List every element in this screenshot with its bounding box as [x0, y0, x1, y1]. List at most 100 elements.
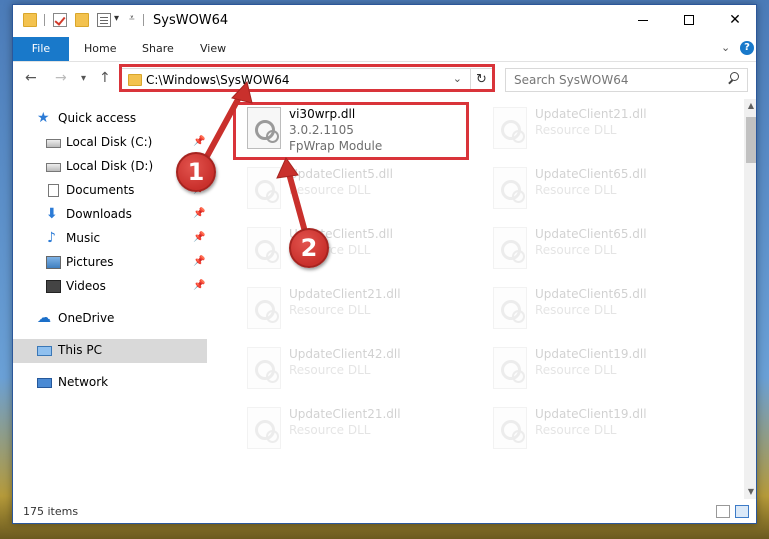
tab-view[interactable]: View: [186, 37, 240, 61]
forward-arrow-icon[interactable]: →: [55, 70, 67, 86]
dll-file-icon: [493, 347, 527, 389]
chevron-down-icon[interactable]: ⌄: [721, 41, 730, 54]
sidebar-item-label: Videos: [66, 279, 106, 293]
sidebar-item-label: Pictures: [66, 255, 114, 269]
file-item[interactable]: UpdateClient21.dll Resource DLL: [239, 405, 479, 461]
explorer-window: ▾ ⩡ SysWOW64 ✕ File Home Share View ⌄ ? …: [12, 4, 757, 524]
sidebar-item-label: Downloads: [66, 207, 132, 221]
properties-check-icon[interactable]: [53, 13, 67, 27]
file-item[interactable]: UpdateClient5.dll Resource DLL: [239, 225, 479, 281]
sidebar-item-videos[interactable]: Videos 📌: [13, 275, 207, 299]
pin-icon[interactable]: 📌: [193, 280, 205, 291]
star-icon: ★: [37, 110, 50, 126]
file-name: UpdateClient19.dll: [535, 407, 647, 421]
search-icon[interactable]: [727, 72, 739, 84]
details-view-icon[interactable]: [716, 505, 730, 518]
sidebar-item-network[interactable]: Network: [13, 371, 207, 395]
sidebar-item-label: Quick access: [58, 111, 137, 125]
sidebar-item-quick-access[interactable]: ★ Quick access: [13, 107, 207, 131]
file-name: UpdateClient21.dll: [289, 287, 401, 301]
separator: [44, 14, 45, 26]
this-pc-icon: [37, 346, 52, 356]
sidebar-item-label: Local Disk (D:): [66, 159, 154, 173]
file-name: UpdateClient19.dll: [535, 347, 647, 361]
up-arrow-icon[interactable]: ↑: [99, 70, 111, 86]
scroll-up-icon[interactable]: ▲: [744, 99, 756, 113]
file-type: Resource DLL: [535, 363, 617, 377]
item-count: 175 items: [23, 505, 79, 518]
onedrive-icon: ☁: [37, 310, 51, 326]
close-icon: ✕: [729, 12, 741, 28]
customize-toolbar-icon[interactable]: ⩡: [129, 13, 135, 24]
sidebar-item-music[interactable]: ♪ Music 📌: [13, 227, 207, 251]
downloads-icon: ⬇: [46, 206, 58, 222]
file-type: Resource DLL: [289, 183, 371, 197]
videos-icon: [46, 280, 61, 293]
sidebar-item-local-disk-c[interactable]: Local Disk (C:) 📌: [13, 131, 207, 155]
sidebar-item-label: Local Disk (C:): [66, 135, 153, 149]
scroll-thumb[interactable]: [746, 117, 756, 163]
file-name: UpdateClient21.dll: [289, 407, 401, 421]
tab-share[interactable]: Share: [128, 37, 188, 61]
file-name: UpdateClient65.dll: [535, 167, 647, 181]
back-arrow-icon[interactable]: ←: [25, 70, 37, 86]
file-item[interactable]: UpdateClient5.dll Resource DLL: [239, 165, 479, 221]
file-type: Resource DLL: [535, 123, 617, 137]
documents-icon: [48, 184, 59, 197]
file-item[interactable]: UpdateClient21.dll Resource DLL: [239, 285, 479, 341]
sidebar-item-pictures[interactable]: Pictures 📌: [13, 251, 207, 275]
file-name: UpdateClient42.dll: [289, 347, 401, 361]
file-item[interactable]: UpdateClient19.dll Resource DLL: [485, 345, 725, 401]
sidebar-item-onedrive[interactable]: ☁ OneDrive: [13, 307, 207, 331]
network-icon: [37, 378, 52, 388]
help-icon[interactable]: ?: [740, 41, 754, 55]
file-item[interactable]: UpdateClient21.dll Resource DLL: [485, 105, 725, 161]
sidebar-item-documents[interactable]: Documents 📌: [13, 179, 207, 203]
minimize-button[interactable]: [620, 5, 666, 35]
callout-step-2: 2: [289, 228, 329, 268]
dll-file-icon: [247, 227, 281, 269]
file-item[interactable]: UpdateClient65.dll Resource DLL: [485, 165, 725, 221]
close-button[interactable]: ✕: [712, 5, 756, 35]
large-icons-view-icon[interactable]: [735, 505, 749, 518]
ribbon-tabs: File Home Share View ⌄ ?: [13, 37, 756, 62]
dll-file-icon: [247, 407, 281, 449]
sidebar-item-label: This PC: [58, 343, 102, 357]
callout-step-1: 1: [176, 152, 216, 192]
file-name: UpdateClient65.dll: [535, 287, 647, 301]
window-title: SysWOW64: [153, 13, 229, 28]
pin-icon[interactable]: 📌: [193, 232, 205, 243]
file-type: Resource DLL: [535, 243, 617, 257]
file-item[interactable]: UpdateClient65.dll Resource DLL: [485, 225, 725, 281]
status-bar: 175 items: [13, 501, 756, 523]
sidebar-item-label: Network: [58, 375, 109, 389]
file-item[interactable]: UpdateClient19.dll Resource DLL: [485, 405, 725, 461]
recent-locations-icon[interactable]: ▾: [81, 73, 86, 84]
disk-icon: [46, 163, 61, 172]
file-item[interactable]: UpdateClient65.dll Resource DLL: [485, 285, 725, 341]
quick-access-dropdown-icon[interactable]: ▾: [114, 13, 119, 24]
dll-file-icon: [247, 347, 281, 389]
dll-file-icon: [493, 227, 527, 269]
pin-icon[interactable]: 📌: [193, 136, 205, 147]
tab-home[interactable]: Home: [70, 37, 130, 61]
file-name: UpdateClient65.dll: [535, 227, 647, 241]
sidebar-item-label: Documents: [66, 183, 135, 197]
sidebar-item-label: Music: [66, 231, 101, 245]
scroll-down-icon[interactable]: ▼: [744, 485, 756, 499]
search-input[interactable]: Search SysWOW64: [505, 68, 748, 92]
maximize-button[interactable]: [666, 5, 712, 35]
pin-icon[interactable]: 📌: [193, 256, 205, 267]
tab-file[interactable]: File: [13, 37, 69, 61]
pin-icon[interactable]: 📌: [193, 208, 205, 219]
properties-icon[interactable]: [97, 13, 111, 27]
new-folder-icon[interactable]: [75, 13, 89, 27]
file-type: Resource DLL: [289, 363, 371, 377]
sidebar-item-downloads[interactable]: ⬇ Downloads 📌: [13, 203, 207, 227]
disk-icon: [46, 139, 61, 148]
sidebar-item-this-pc[interactable]: This PC: [13, 339, 207, 363]
file-item[interactable]: UpdateClient42.dll Resource DLL: [239, 345, 479, 401]
vertical-scrollbar[interactable]: ▲ ▼: [744, 99, 756, 499]
search-placeholder[interactable]: Search SysWOW64: [514, 73, 628, 87]
separator: [143, 14, 144, 26]
